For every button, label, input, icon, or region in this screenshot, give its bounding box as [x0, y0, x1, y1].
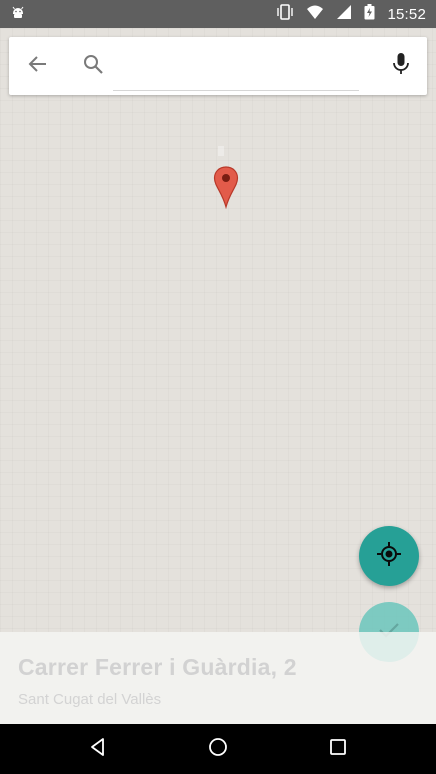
home-circle-icon: [208, 737, 228, 762]
status-right: 15:52: [276, 3, 426, 25]
search-icon-wrap: [73, 37, 113, 95]
map-pin-icon[interactable]: [212, 165, 240, 210]
navigation-bar: [0, 724, 436, 774]
address-sheet[interactable]: Carrer Ferrer i Guàrdia, 2 Sant Cugat de…: [0, 632, 436, 724]
address-title: Carrer Ferrer i Guàrdia, 2: [18, 654, 297, 680]
status-time: 15:52: [387, 5, 426, 23]
back-button[interactable]: [9, 37, 67, 95]
address-subtitle: Sant Cugat del Vallès: [18, 691, 162, 708]
search-input[interactable]: [113, 55, 359, 91]
recents-square-icon: [329, 738, 347, 761]
battery-charging-icon: [364, 3, 375, 25]
my-location-icon: [376, 541, 402, 572]
nav-home-button[interactable]: [188, 724, 248, 774]
marker-highlight: [218, 146, 224, 156]
search-card: [9, 37, 427, 95]
nav-recents-button[interactable]: [308, 724, 368, 774]
nav-back-button[interactable]: [68, 724, 128, 774]
my-location-button[interactable]: [359, 526, 419, 586]
signal-icon: [336, 4, 352, 25]
vibrate-icon: [276, 3, 294, 25]
voice-search-button[interactable]: [375, 37, 427, 95]
android-debug-icon: [10, 4, 26, 25]
back-triangle-icon: [88, 737, 108, 762]
mic-icon: [391, 52, 411, 81]
wifi-icon: [306, 4, 324, 25]
search-icon: [82, 53, 104, 80]
status-left: [10, 4, 26, 25]
status-bar: 15:52: [0, 0, 436, 28]
back-arrow-icon: [27, 53, 49, 80]
